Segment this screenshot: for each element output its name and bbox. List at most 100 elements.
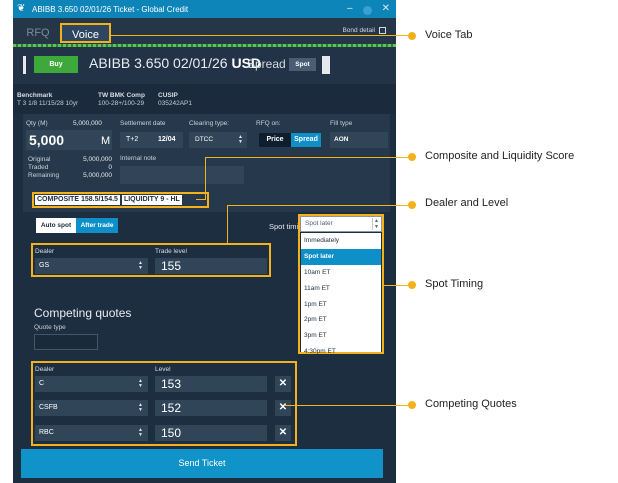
rfq-on-label: RFQ on: (256, 120, 281, 127)
trade-level-value: 155 (161, 259, 182, 273)
spot-option-spot-later[interactable]: Spot later (301, 248, 381, 265)
competing-dealer-select[interactable]: C ▲ ▼ (35, 376, 148, 392)
competing-level-label: Level (155, 366, 171, 373)
rfq-spread-toggle[interactable]: Spread (291, 133, 321, 147)
after-trade-button[interactable]: After trade (76, 218, 118, 233)
callout-dot-spot (408, 281, 416, 289)
dealer-stepper-icon: ▲ ▼ (138, 402, 143, 413)
fill-type-value: AON (334, 136, 349, 143)
remove-quote-button[interactable]: ✕ (275, 400, 291, 416)
cusip-label: CUSIP (158, 92, 178, 99)
callout-line-competing (284, 405, 411, 406)
fill-type-select[interactable]: AON (330, 132, 388, 148)
settlement-date: 12/04 (158, 136, 176, 143)
benchmark-value: T 3 1/8 11/15/28 10yr (17, 100, 79, 107)
title-bar: ❦ ABIBB 3.650 02/01/26 Ticket - Global C… (13, 0, 396, 18)
internal-note-input[interactable] (120, 166, 244, 184)
qty-value: 5,000 (29, 132, 65, 148)
settlement-input[interactable]: T+2 12/04 (120, 132, 183, 148)
callout-line-composite-a (196, 199, 205, 200)
clearing-select[interactable]: DTCC ▲ ▼ (189, 132, 247, 148)
composite-score: COMPOSITE 158.5/154.5 (35, 195, 120, 205)
callout-line-composite-b (205, 157, 206, 200)
dealer-value: GS (39, 262, 50, 269)
settlement-term: T+2 (126, 136, 139, 143)
internal-note-label: Internal note (120, 155, 157, 162)
bond-detail-icon (379, 27, 386, 34)
callout-line-dealer-b (227, 205, 411, 206)
benchmark-label: Benchmark (17, 92, 53, 99)
spot-option-11am[interactable]: 11am ET (301, 281, 381, 297)
quote-type-input[interactable] (34, 334, 98, 350)
competing-level-value: 152 (161, 401, 182, 415)
qty-label: Qty (M) (26, 120, 48, 127)
callout-line-dealer-a (227, 205, 228, 244)
composite-liquidity-box: COMPOSITE 158.5/154.5 LIQUIDITY 9 - HL (32, 192, 209, 208)
maximize-button[interactable] (362, 5, 372, 15)
benchmark-row: Benchmark T 3 1/8 11/15/28 10yr TW BMK C… (13, 84, 396, 114)
callout-dot-competing (408, 401, 416, 409)
bond-detail-label: Bond detail (342, 27, 375, 34)
competing-dealer-value: C (39, 380, 45, 387)
security-header: Buy ABIBB 3.650 02/01/26 USD Spread Spot (13, 47, 396, 84)
spot-button[interactable]: Spot (289, 58, 316, 71)
trade-level-label: Trade level (155, 248, 187, 255)
spot-toggle[interactable] (322, 56, 330, 74)
dealer-stepper-icon: ▲ ▼ (138, 260, 143, 271)
tw-bmk-label: TW BMK Comp (98, 92, 145, 99)
remove-quote-button[interactable]: ✕ (275, 376, 291, 392)
remaining-label: Remaining (28, 172, 60, 179)
original-value: 5,000,000 (83, 156, 112, 163)
clearing-stepper-icon: ▲ ▼ (238, 134, 243, 145)
chevron-stepper-icon: ▲ ▼ (372, 218, 380, 230)
security-name: ABIBB 3.650 02/01/26 (89, 55, 228, 71)
spot-option-1pm[interactable]: 1pm ET (301, 297, 381, 313)
spot-timing-select[interactable]: Spot later ▲ ▼ (300, 216, 382, 232)
callout-voice-tab: Voice Tab (425, 29, 473, 41)
dealer-level-box: Dealer GS ▲ ▼ Trade level 155 (31, 243, 271, 277)
competing-dealer-value: RBC (39, 429, 54, 436)
tab-rfq[interactable]: RFQ (21, 25, 55, 41)
dealer-stepper-icon: ▲ ▼ (138, 427, 143, 438)
callout-dot-dealer (408, 201, 416, 209)
competing-level-value: 150 (161, 426, 182, 440)
trade-level-input[interactable]: 155 (155, 258, 267, 274)
close-button[interactable]: ✕ (382, 2, 390, 16)
competing-dealer-select[interactable]: CSFB ▲ ▼ (35, 400, 148, 416)
remove-quote-button[interactable]: ✕ (275, 425, 291, 441)
minimize-button[interactable]: – (347, 2, 353, 16)
spot-option-immediately[interactable]: Immediately (301, 233, 381, 249)
competing-dealer-label: Dealer (35, 366, 55, 373)
tab-voice[interactable]: Voice (60, 23, 111, 43)
spot-option-2pm[interactable]: 2pm ET (301, 312, 381, 328)
callout-line-voice (111, 35, 411, 36)
competing-quotes-title: Competing quotes (34, 306, 132, 320)
callout-dot-voice (408, 32, 416, 40)
bond-detail-link[interactable]: Bond detail (342, 27, 386, 34)
auto-spot-button[interactable]: Auto spot (36, 218, 76, 233)
liquidity-score: LIQUIDITY 9 - HL (121, 195, 182, 205)
rfq-price-toggle[interactable]: Price (259, 133, 291, 147)
spot-option-430pm[interactable]: 4:30pm ET (301, 344, 381, 360)
send-ticket-button[interactable]: Send Ticket (21, 449, 383, 478)
competing-level-value: 153 (161, 377, 182, 391)
qty-input[interactable]: 5,000 M (26, 130, 112, 150)
security-title: ABIBB 3.650 02/01/26 USD (89, 55, 261, 71)
window-title: ABIBB 3.650 02/01/26 Ticket - Global Cre… (32, 4, 189, 14)
side-indicator (23, 56, 26, 74)
original-label: Original (28, 156, 51, 163)
dealer-select[interactable]: GS ▲ ▼ (35, 258, 148, 274)
spot-option-3pm[interactable]: 3pm ET (301, 328, 381, 344)
competing-level-input[interactable]: 152 (155, 400, 267, 416)
quote-type-label: Quote type (34, 324, 66, 331)
traded-value: 0 (108, 164, 112, 171)
buy-button[interactable]: Buy (34, 56, 78, 73)
competing-dealer-select[interactable]: RBC ▲ ▼ (35, 425, 148, 441)
settlement-label: Settlement date (120, 120, 166, 127)
qty-amount: 5,000,000 (73, 120, 102, 127)
competing-level-input[interactable]: 150 (155, 425, 267, 441)
dealer-label: Dealer (35, 248, 55, 255)
dealer-stepper-icon: ▲ ▼ (138, 378, 143, 389)
competing-level-input[interactable]: 153 (155, 376, 267, 392)
spot-option-10am[interactable]: 10am ET (301, 265, 381, 281)
